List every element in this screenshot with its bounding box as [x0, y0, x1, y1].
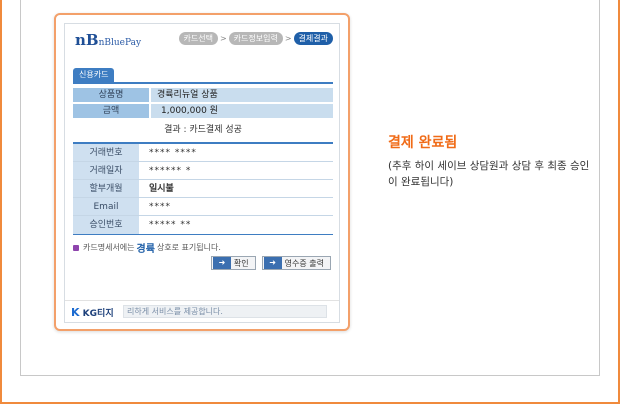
arrow-right-icon: ➜	[212, 257, 231, 269]
status-description: (추후 하이 세이브 상담원과 상담 후 최종 승인이 완료됩니다)	[388, 160, 590, 188]
detail-row: 승인번호 ***** **	[73, 216, 333, 234]
popup-footer: K KG티지 리하게 서비스를 제공합니다.	[65, 300, 339, 322]
result-text: 결과 : 카드결제 성공	[164, 125, 242, 135]
step-card-select: 카드선택	[178, 32, 218, 45]
detail-row: 할부개월 일시불	[73, 180, 333, 198]
notice-prefix: 카드명세서에는	[83, 243, 135, 252]
detail-row: Email ****	[73, 198, 333, 216]
kg-logo-mark: K	[71, 306, 80, 319]
statement-notice: 카드명세서에는 경륙 상호로 표기됩니다.	[73, 240, 221, 255]
footer-message: 리하게 서비스를 제공합니다.	[123, 305, 327, 318]
popup-inner: nBnBluePay 카드선택 > 카드정보입력 > 결제결과 신용카드 상품명…	[64, 23, 340, 323]
product-value: 경륙리뉴얼 상품	[151, 88, 333, 102]
detail-row: 거래일자 ****** *	[73, 162, 333, 180]
product-label: 상품명	[73, 88, 149, 102]
detail-label: Email	[73, 198, 139, 215]
kg-logo-text: KG티지	[82, 309, 114, 319]
action-buttons: ➜ 확인 ➜ 영수증 출력	[210, 256, 331, 270]
print-receipt-button[interactable]: ➜ 영수증 출력	[261, 256, 331, 270]
nbluepay-logo: nBnBluePay	[75, 31, 141, 49]
step-payment-result: 결제결과	[293, 32, 333, 45]
print-receipt-button-label: 영수증 출력	[284, 258, 324, 268]
popup-header: nBnBluePay 카드선택 > 카드정보입력 > 결제결과	[65, 24, 339, 52]
detail-value: ****** *	[149, 166, 192, 176]
tab-credit-card[interactable]: 신용카드	[73, 68, 115, 82]
chevron-right-icon: >	[284, 34, 292, 43]
chevron-right-icon: >	[219, 34, 227, 43]
detail-value: ***** **	[149, 220, 192, 230]
order-summary: 상품명 경륙리뉴얼 상품 금액 1,000,000 원 결과 : 카드결제 성공	[73, 88, 333, 135]
kg-logo: K KG티지	[71, 306, 114, 319]
detail-row: 거래번호 **** ****	[73, 144, 333, 162]
step-indicator: 카드선택 > 카드정보입력 > 결제결과	[178, 32, 333, 45]
summary-row-product: 상품명 경륙리뉴얼 상품	[73, 88, 333, 102]
step-card-info: 카드정보입력	[228, 32, 283, 45]
notice-highlight: 경륙	[136, 244, 155, 255]
confirm-button-label: 확인	[233, 258, 249, 268]
detail-value: **** ****	[149, 148, 197, 158]
payment-popup: nBnBluePay 카드선택 > 카드정보입력 > 결제결과 신용카드 상품명…	[54, 13, 350, 331]
bullet-icon	[73, 244, 79, 251]
transaction-details: 거래번호 **** **** 거래일자 ****** * 할부개월 일시불 Em…	[73, 142, 333, 235]
detail-label: 승인번호	[73, 216, 139, 234]
logo-text: nBluePay	[98, 38, 142, 48]
arrow-right-icon: ➜	[263, 257, 282, 269]
detail-label: 거래번호	[73, 144, 139, 161]
amount-value: 1,000,000 원	[151, 104, 333, 118]
tab-bar: 신용카드	[73, 68, 333, 84]
summary-row-amount: 금액 1,000,000 원	[73, 104, 333, 118]
status-title: 결제 완료됨	[388, 135, 458, 151]
detail-label: 거래일자	[73, 162, 139, 179]
detail-value: 일시불	[149, 184, 174, 194]
confirm-button[interactable]: ➜ 확인	[210, 256, 256, 270]
logo-mark: nB	[75, 31, 99, 49]
amount-label: 금액	[73, 104, 149, 118]
detail-value: ****	[149, 202, 171, 212]
notice-suffix: 상호로 표기됩니다.	[156, 243, 221, 252]
detail-label: 할부개월	[73, 180, 139, 197]
